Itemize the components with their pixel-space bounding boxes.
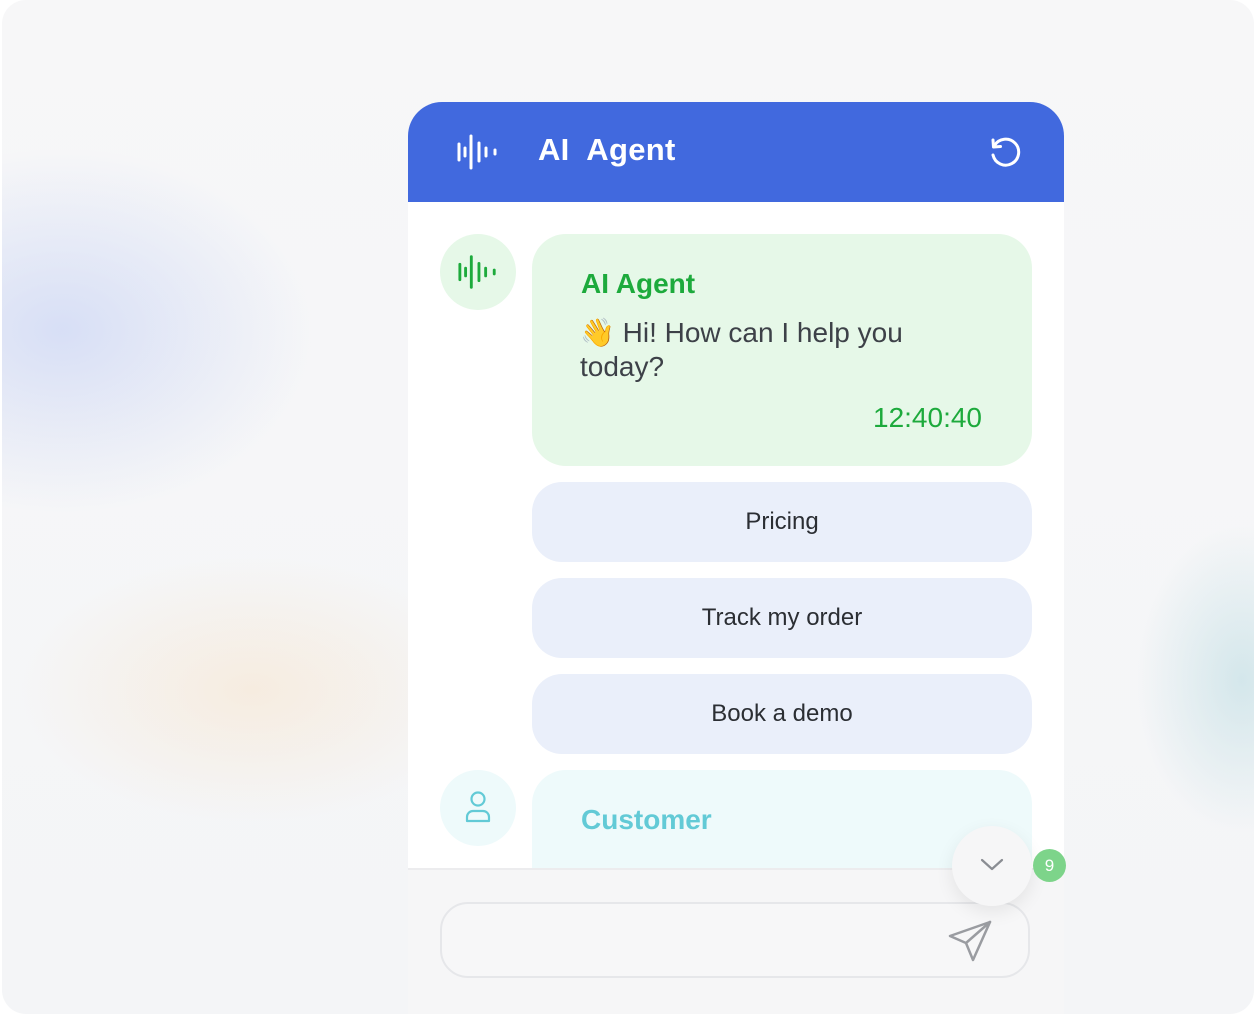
chat-title: AI Agent xyxy=(538,132,676,167)
message-sender: Customer xyxy=(581,804,712,835)
customer-avatar xyxy=(440,770,516,846)
message-sender: AI Agent xyxy=(581,268,696,299)
quick-reply-book-demo[interactable]: Book a demo xyxy=(532,674,1032,754)
waveform-icon xyxy=(457,134,497,170)
refresh-icon[interactable] xyxy=(988,136,1024,172)
chat-header: AI Agent xyxy=(408,102,1064,202)
message-input-field[interactable] xyxy=(440,902,1030,978)
message-text: 👋 Hi! How can I help you today? xyxy=(580,317,903,382)
background-panel: AI Agent AI Agent 👋 Hi! How can I help y… xyxy=(2,0,1254,1014)
quick-reply-pricing[interactable]: Pricing xyxy=(532,482,1032,562)
chevron-down-icon xyxy=(980,858,1004,871)
message-list[interactable]: AI Agent 👋 Hi! How can I help you today?… xyxy=(408,202,1064,868)
user-icon xyxy=(465,791,491,823)
waveform-icon xyxy=(458,255,496,289)
unread-count-badge: 9 xyxy=(1033,849,1066,882)
message-timestamp: 12:40:40 xyxy=(873,402,982,433)
agent-message-bubble: AI Agent 👋 Hi! How can I help you today?… xyxy=(532,234,1032,466)
send-icon[interactable] xyxy=(946,918,994,964)
agent-avatar xyxy=(440,234,516,310)
message-input[interactable] xyxy=(466,920,940,962)
quick-reply-track-order[interactable]: Track my order xyxy=(532,578,1032,658)
scroll-down-button[interactable] xyxy=(952,826,1032,906)
